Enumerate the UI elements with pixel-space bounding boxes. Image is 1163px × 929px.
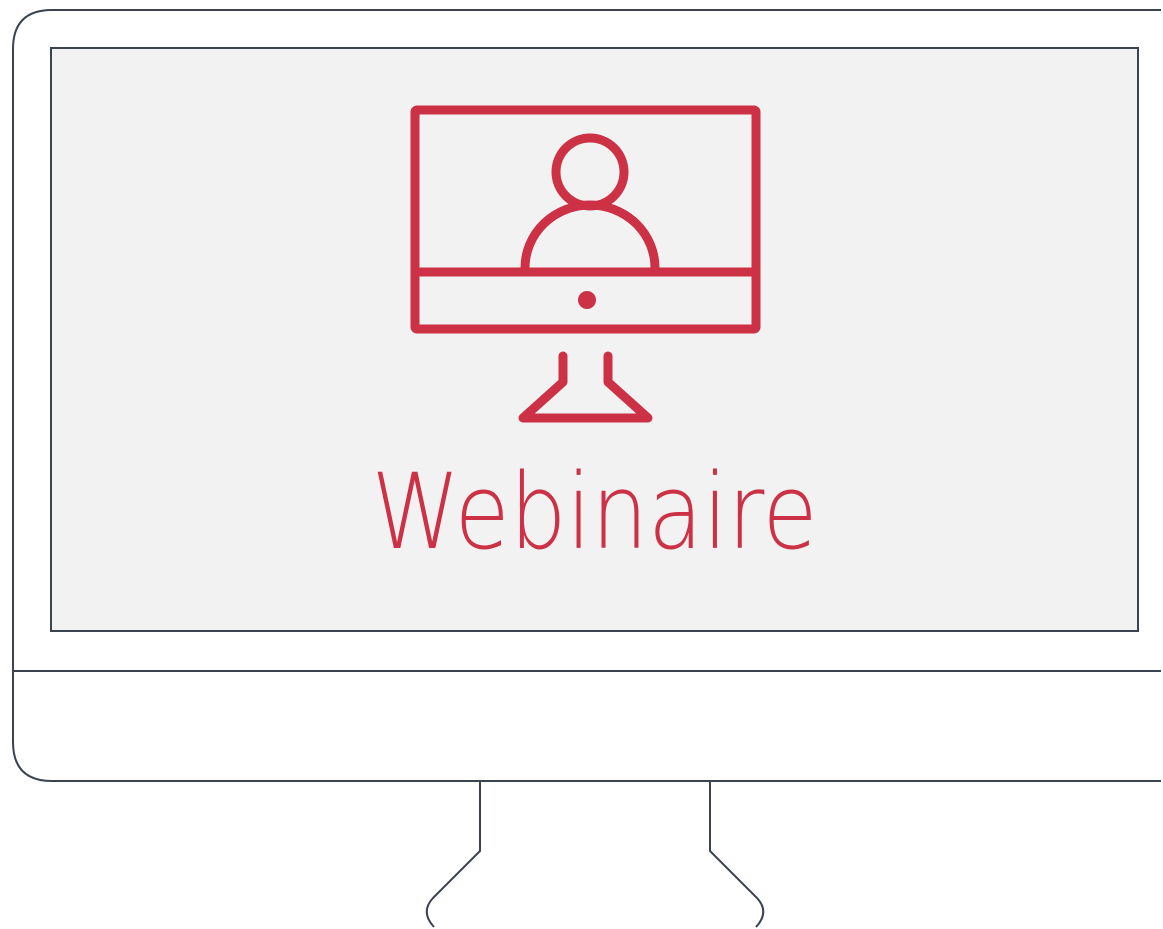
monitor-stand [425, 781, 765, 928]
screen-caption: Webinaire [371, 451, 818, 573]
icon-power-dot [578, 291, 596, 309]
